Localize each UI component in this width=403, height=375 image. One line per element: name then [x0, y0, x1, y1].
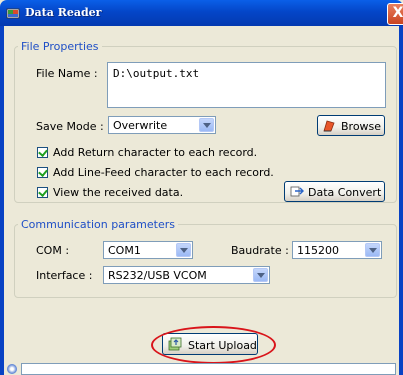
- view-received-checkbox[interactable]: [37, 187, 48, 198]
- chevron-down-icon[interactable]: [176, 243, 191, 257]
- add-return-label: Add Return character to each record.: [53, 146, 258, 159]
- file-name-label: File Name :: [36, 67, 98, 80]
- com-label: COM :: [36, 244, 70, 257]
- close-button[interactable]: X: [387, 3, 403, 25]
- browse-button[interactable]: Browse: [317, 115, 385, 136]
- data-convert-button[interactable]: Data Convert: [284, 181, 385, 202]
- baudrate-select[interactable]: 115200: [292, 241, 382, 259]
- add-return-checkbox[interactable]: [37, 147, 48, 158]
- add-linefeed-label: Add Line-Feed character to each record.: [53, 166, 274, 179]
- save-mode-select[interactable]: Overwrite: [108, 116, 216, 134]
- add-linefeed-checkbox[interactable]: [37, 167, 48, 178]
- data-convert-label: Data Convert: [308, 186, 382, 199]
- highlight-ellipse: [151, 326, 276, 364]
- chevron-down-icon[interactable]: [199, 118, 214, 132]
- status-field: [21, 363, 396, 375]
- save-mode-value: Overwrite: [113, 119, 168, 132]
- file-name-value: D:\output.txt: [113, 67, 200, 80]
- status-icon: [7, 364, 17, 374]
- interface-label: Interface :: [36, 269, 93, 282]
- view-received-label: View the received data.: [53, 186, 184, 199]
- file-name-input[interactable]: D:\output.txt: [107, 62, 386, 108]
- browse-icon: [323, 120, 335, 132]
- file-properties-legend: File Properties: [21, 40, 99, 53]
- app-icon: [6, 8, 20, 19]
- chevron-down-icon[interactable]: [253, 268, 268, 282]
- title-bar: Data Reader X: [0, 0, 403, 26]
- com-value: COM1: [108, 244, 141, 257]
- communication-legend: Communication parameters: [21, 218, 175, 231]
- browse-label: Browse: [341, 120, 382, 133]
- com-select[interactable]: COM1: [103, 241, 193, 259]
- window-frame-right: [399, 26, 403, 375]
- baudrate-value: 115200: [297, 244, 339, 257]
- save-mode-label: Save Mode :: [36, 120, 104, 133]
- status-bar: [4, 363, 399, 375]
- interface-select[interactable]: RS232/USB VCOM: [103, 266, 270, 284]
- baudrate-label: Baudrate :: [231, 244, 289, 257]
- chevron-down-icon[interactable]: [365, 243, 380, 257]
- interface-value: RS232/USB VCOM: [108, 269, 207, 282]
- convert-icon: [290, 186, 304, 197]
- window-frame-left: [0, 26, 4, 375]
- window-title: Data Reader: [25, 6, 102, 19]
